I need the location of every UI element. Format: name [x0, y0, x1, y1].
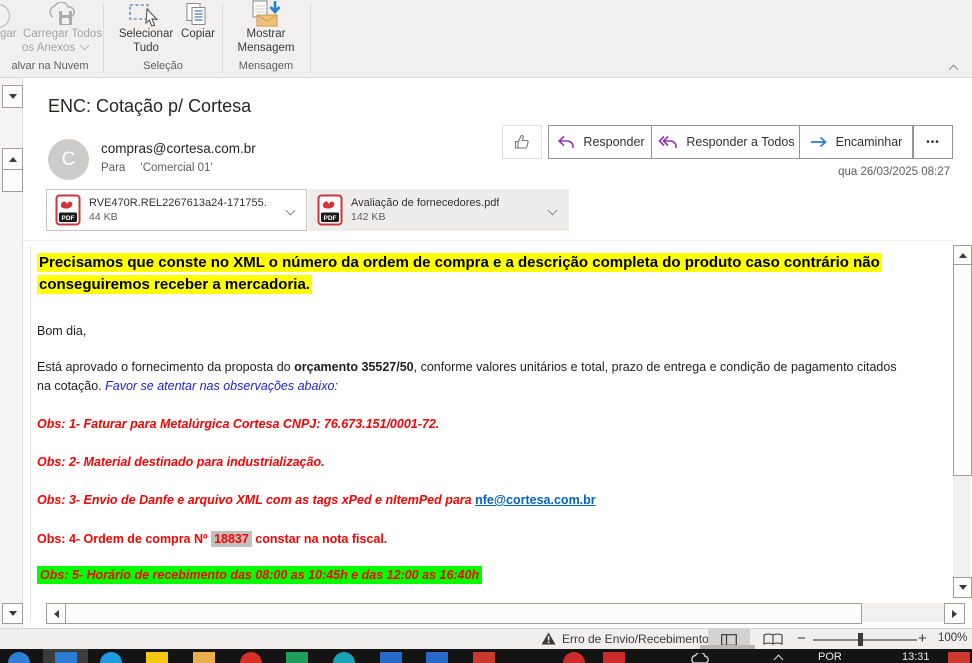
- taskbar-app-10-icon[interactable]: [426, 652, 448, 663]
- group-label-selection: Seleção: [108, 60, 218, 72]
- attachment-card[interactable]: PDF Avaliação de fornecedores.pdf 142 KB: [308, 189, 569, 231]
- received-date: qua 26/03/2025 08:27: [740, 166, 950, 178]
- zoom-out-icon[interactable]: −: [797, 630, 806, 647]
- taskbar-excel-icon[interactable]: [286, 652, 308, 663]
- ribbon: gar Carregar Todos os Anexos alvar na Nu…: [0, 0, 972, 78]
- attachment-name: Avaliação de fornecedores.pdf: [351, 197, 499, 209]
- taskbar-app-11-icon[interactable]: [473, 652, 495, 663]
- reading-pane-icon: [721, 634, 737, 646]
- reply-button[interactable]: Responder: [548, 125, 654, 159]
- reply-all-button[interactable]: Responder a Todos: [651, 125, 802, 159]
- zoom-in-icon[interactable]: +: [918, 630, 927, 647]
- zoom-slider-thumb[interactable]: [858, 633, 863, 646]
- svg-text:PDF: PDF: [324, 215, 337, 222]
- cloud-save-icon: [44, 2, 80, 28]
- sender-avatar[interactable]: C: [48, 139, 89, 180]
- warning-icon: [541, 632, 556, 645]
- load-all-attachments-button[interactable]: os Anexos: [22, 41, 88, 55]
- note-blue-text: Favor se atentar nas observações abaixo:: [105, 379, 338, 393]
- obs4-text: Obs: 4- Ordem de compra Nº 18837 constar…: [37, 532, 387, 546]
- taskbar-app-3-icon[interactable]: [100, 652, 122, 663]
- taskbar-folder-icon[interactable]: [193, 652, 215, 663]
- header-body-divider: [23, 240, 953, 241]
- obs2-text: Obs: 2- Material destinado para industri…: [37, 455, 325, 469]
- budget-number: orçamento 35527/50: [294, 360, 414, 374]
- tray-cloud-icon[interactable]: [690, 653, 712, 663]
- obs3-text: Obs: 3- Envio de Danfe e arquivo XML com…: [37, 493, 596, 507]
- left-strip-blank-box[interactable]: [2, 169, 23, 192]
- nfe-email-link[interactable]: nfe@cortesa.com.br: [475, 493, 596, 507]
- attachment-size: 44 KB: [89, 211, 267, 223]
- reading-mode-icon[interactable]: [763, 633, 783, 646]
- order-number-highlight: 18837: [211, 531, 252, 547]
- ellipsis-icon: •••: [926, 137, 940, 148]
- more-actions-button[interactable]: •••: [913, 125, 953, 159]
- taskbar-language[interactable]: POR: [818, 651, 842, 663]
- attachment-dropdown-icon[interactable]: [548, 205, 558, 215]
- group-label-save-cloud: alvar na Nuvem: [0, 60, 100, 72]
- ribbon-separator: [222, 3, 223, 73]
- obs5-text: Obs: 5- Horário de recebimento das 08:00…: [37, 568, 482, 582]
- sender-email[interactable]: compras@cortesa.com.br: [101, 141, 256, 156]
- reply-all-arrow-icon: [658, 135, 678, 149]
- zoom-slider-track[interactable]: [813, 639, 917, 641]
- zoom-level[interactable]: 100%: [938, 632, 967, 644]
- status-bar: Erro de Envio/Recebimento − + 100%: [0, 628, 972, 649]
- vertical-scrollbar-thumb[interactable]: [953, 264, 972, 476]
- forward-arrow-icon: [810, 136, 828, 148]
- warning-highlight-paragraph: Precisamos que conste no XML o número da…: [37, 252, 882, 296]
- attachment-name: RVE470R.REL2267613a24-171755.pdf: [89, 197, 267, 209]
- attachment-size: 142 KB: [351, 211, 499, 223]
- thumbs-up-icon: [514, 134, 530, 150]
- taskbar-app-12-icon[interactable]: [563, 652, 585, 663]
- taskbar-app-13-icon[interactable]: [603, 652, 625, 663]
- partial-button-label[interactable]: gar Carregar Todos: [0, 27, 102, 41]
- attachment-dropdown-icon[interactable]: [286, 205, 296, 215]
- tray-app-icon[interactable]: [948, 652, 970, 663]
- like-button[interactable]: [502, 125, 542, 159]
- taskbar-app-4-icon[interactable]: [146, 652, 168, 663]
- group-label-message: Mensagem: [228, 60, 304, 72]
- attachment-card[interactable]: PDF RVE470R.REL2267613a24-171755.pdf 44 …: [46, 189, 307, 231]
- scroll-down-button[interactable]: [953, 577, 972, 598]
- taskbar-app-9-icon[interactable]: [380, 652, 402, 663]
- taskbar-clock[interactable]: 13:31: [902, 651, 930, 663]
- send-receive-error[interactable]: Erro de Envio/Recebimento: [562, 632, 709, 646]
- partial-ribbon-icon: [0, 4, 10, 28]
- taskbar-app-1-icon[interactable]: [8, 652, 30, 663]
- recipient-row: Para 'Comercial 01': [101, 162, 213, 174]
- reading-pane-border: [30, 244, 31, 622]
- scroll-right-button[interactable]: [944, 603, 965, 624]
- taskbar-outlook-icon[interactable]: [55, 652, 77, 663]
- reply-arrow-icon: [557, 135, 575, 149]
- left-strip-bottom-scroll-button[interactable]: [2, 603, 23, 624]
- approval-paragraph: Está aprovado o fornecimento da proposta…: [37, 358, 897, 396]
- pdf-icon: PDF: [55, 194, 81, 226]
- ribbon-separator: [310, 3, 311, 73]
- recipient-name[interactable]: 'Comercial 01': [141, 162, 213, 174]
- scroll-left-button[interactable]: [46, 603, 67, 624]
- taskbar: POR 13:31: [0, 649, 972, 663]
- to-label: Para: [101, 162, 125, 174]
- svg-text:PDF: PDF: [62, 215, 75, 222]
- horizontal-scrollbar-thumb[interactable]: [65, 603, 862, 624]
- ribbon-separator: [103, 3, 104, 73]
- tray-show-hidden-icon[interactable]: [774, 655, 784, 663]
- select-all-icon: [128, 2, 166, 27]
- left-strip-scroll-up-button[interactable]: [2, 148, 23, 171]
- copy-icon: [184, 2, 212, 27]
- scroll-up-button[interactable]: [953, 245, 972, 266]
- show-message-envelope-icon: [250, 0, 284, 27]
- taskbar-app-6-icon[interactable]: [240, 652, 262, 663]
- forward-button[interactable]: Encaminhar: [799, 125, 913, 159]
- taskbar-app-8-icon[interactable]: [333, 652, 355, 663]
- pdf-icon: PDF: [317, 194, 343, 226]
- obs1-text: Obs: 1- Faturar para Metalúrgica Cortesa…: [37, 417, 439, 431]
- collapse-ribbon-icon[interactable]: [949, 65, 959, 75]
- left-strip-scroll-down-button[interactable]: [2, 85, 23, 108]
- email-subject: ENC: Cotação p/ Cortesa: [48, 96, 251, 117]
- dropdown-caret-icon: [80, 41, 90, 51]
- greeting-text: Bom dia,: [37, 322, 86, 341]
- outlook-window: gar Carregar Todos os Anexos alvar na Nu…: [0, 0, 972, 663]
